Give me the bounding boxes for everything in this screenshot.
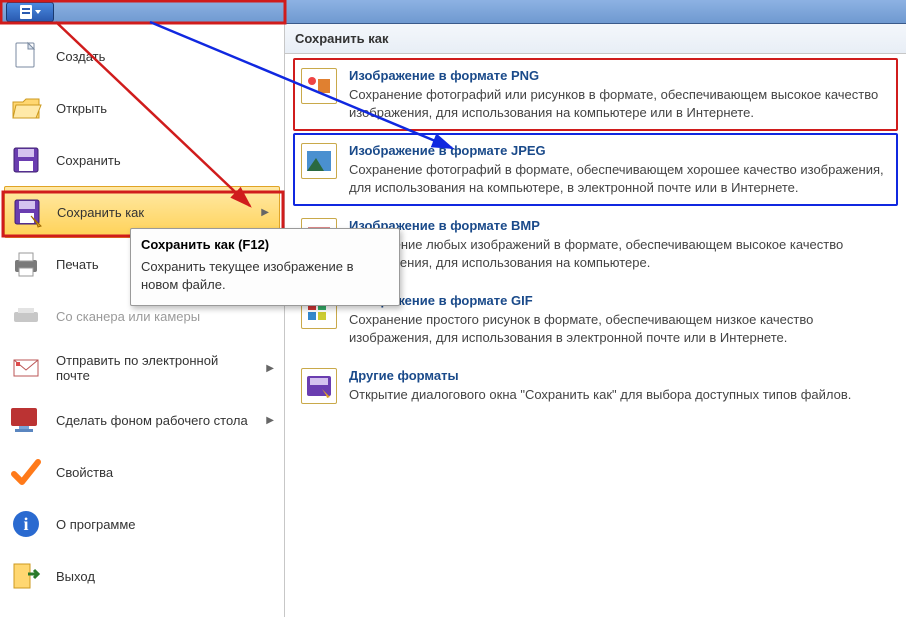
tooltip-title: Сохранить как (F12) <box>141 237 389 252</box>
envelope-icon <box>8 350 44 386</box>
format-desc: Открытие диалогового окна "Сохранить как… <box>349 386 890 404</box>
menu-item-label: Сделать фоном рабочего стола <box>56 413 254 428</box>
save-floppy-icon <box>8 142 44 178</box>
menu-item-label: Открыть <box>56 101 284 116</box>
format-desc: Сохранение фотографий в формате, обеспеч… <box>349 161 890 196</box>
format-title: Другие форматы <box>349 368 890 383</box>
chevron-right-icon: ▶ <box>261 207 269 218</box>
printer-icon <box>8 246 44 282</box>
chevron-right-icon: ▶ <box>266 415 274 426</box>
menu-item-label: Отправить по электронной почте <box>56 353 254 383</box>
format-desc: Сохранение любых изображений в формате, … <box>349 236 890 271</box>
save-as-tooltip: Сохранить как (F12) Сохранить текущее из… <box>130 228 400 306</box>
menu-item-set-wallpaper[interactable]: Сделать фоном рабочего стола ▶ <box>0 394 284 446</box>
new-doc-icon <box>8 38 44 74</box>
menu-item-open[interactable]: Открыть <box>0 82 284 134</box>
menu-item-new[interactable]: Создать <box>0 30 284 82</box>
document-icon <box>20 5 32 19</box>
chevron-down-icon <box>35 10 41 14</box>
menu-item-label: Выход <box>56 569 284 584</box>
menu-item-label: О программе <box>56 517 284 532</box>
menu-item-label: Свойства <box>56 465 284 480</box>
format-title: Изображение в формате GIF <box>349 293 890 308</box>
jpeg-icon <box>301 143 337 179</box>
format-desc: Сохранение простого рисунок в формате, о… <box>349 311 890 346</box>
other-formats-icon <box>301 368 337 404</box>
file-menu-button[interactable] <box>6 2 54 22</box>
menu-item-properties[interactable]: Свойства <box>0 446 284 498</box>
dropdown-panel: Создать Открыть Сохранить Сохранить как … <box>0 24 906 617</box>
file-menu-left: Создать Открыть Сохранить Сохранить как … <box>0 24 285 617</box>
svg-text:i: i <box>23 514 28 534</box>
menu-item-label: Сохранить <box>56 153 284 168</box>
menu-item-send-mail[interactable]: Отправить по электронной почте ▶ <box>0 342 284 394</box>
format-title: Изображение в формате JPEG <box>349 143 890 158</box>
scanner-icon <box>8 298 44 334</box>
menu-item-exit[interactable]: Выход <box>0 550 284 602</box>
menu-item-label: Создать <box>56 49 284 64</box>
chevron-right-icon: ▶ <box>266 363 274 374</box>
submenu-header: Сохранить как <box>285 24 906 54</box>
titlebar <box>0 0 906 24</box>
png-icon <box>301 68 337 104</box>
desktop-bg-icon <box>8 402 44 438</box>
tooltip-body: Сохранить текущее изображение в новом фа… <box>141 258 389 293</box>
format-item-png[interactable]: Изображение в формате PNG Сохранение фот… <box>293 58 898 131</box>
save-as-floppy-icon <box>9 194 45 230</box>
save-as-submenu: Сохранить как Изображение в формате PNG … <box>285 24 906 617</box>
format-item-other[interactable]: Другие форматы Открытие диалогового окна… <box>293 358 898 414</box>
open-folder-icon <box>8 90 44 126</box>
menu-item-about[interactable]: i О программе <box>0 498 284 550</box>
menu-item-label: Сохранить как <box>57 205 249 220</box>
format-title: Изображение в формате BMP <box>349 218 890 233</box>
menu-item-save[interactable]: Сохранить <box>0 134 284 186</box>
menu-item-label: Со сканера или камеры <box>56 309 284 324</box>
info-icon: i <box>8 506 44 542</box>
format-desc: Сохранение фотографий или рисунков в фор… <box>349 86 890 121</box>
format-item-jpeg[interactable]: Изображение в формате JPEG Сохранение фо… <box>293 133 898 206</box>
properties-check-icon <box>8 454 44 490</box>
exit-door-icon <box>8 558 44 594</box>
submenu-title: Сохранить как <box>295 31 388 46</box>
format-title: Изображение в формате PNG <box>349 68 890 83</box>
